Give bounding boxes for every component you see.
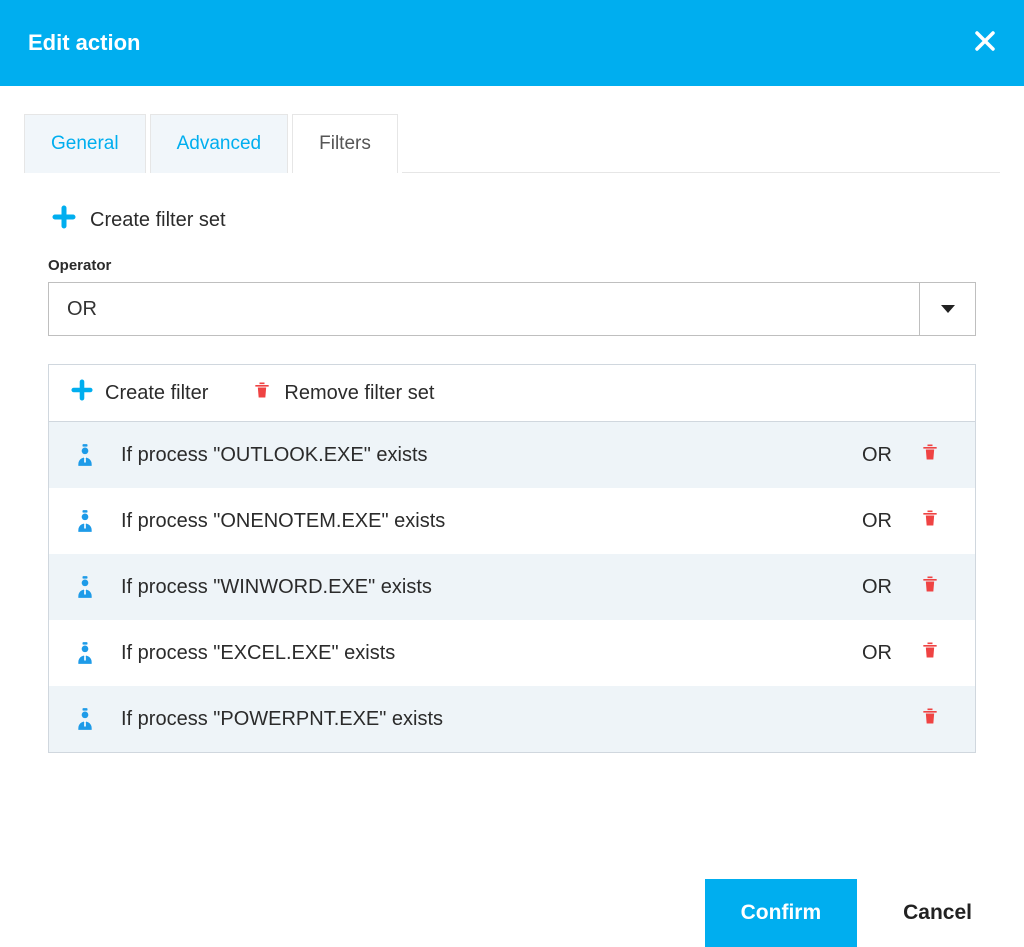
- operator-value: OR: [49, 283, 919, 335]
- process-icon: [71, 576, 99, 598]
- tabs: General Advanced Filters: [0, 86, 1024, 173]
- tab-filters[interactable]: Filters: [292, 114, 398, 173]
- chevron-down-icon: [919, 283, 975, 335]
- filter-text: If process "POWERPNT.EXE" exists: [99, 708, 847, 731]
- delete-filter-button[interactable]: [907, 574, 953, 600]
- dialog-title: Edit action: [28, 30, 140, 56]
- dialog-header: Edit action: [0, 0, 1024, 86]
- filter-row[interactable]: If process "OUTLOOK.EXE" existsOR: [49, 422, 975, 488]
- trash-icon: [920, 508, 940, 534]
- delete-filter-button[interactable]: [907, 640, 953, 666]
- filter-text: If process "ONENOTEM.EXE" exists: [99, 510, 847, 533]
- process-icon: [71, 510, 99, 532]
- filter-operator: OR: [847, 510, 907, 533]
- plus-icon: [52, 205, 76, 235]
- create-filter-button[interactable]: Create filter: [71, 379, 208, 407]
- filter-text: If process "WINWORD.EXE" exists: [99, 576, 847, 599]
- trash-icon: [920, 574, 940, 600]
- process-icon: [71, 642, 99, 664]
- create-filter-set-button[interactable]: Create filter set: [48, 197, 976, 257]
- filter-operator: OR: [847, 642, 907, 665]
- operator-label: Operator: [48, 257, 976, 274]
- trash-icon: [920, 640, 940, 666]
- create-filter-label: Create filter: [105, 382, 208, 405]
- confirm-button[interactable]: Confirm: [705, 879, 858, 947]
- tab-advanced[interactable]: Advanced: [150, 114, 289, 173]
- remove-filter-set-button[interactable]: Remove filter set: [252, 380, 434, 406]
- filter-operator: OR: [847, 444, 907, 467]
- delete-filter-button[interactable]: [907, 508, 953, 534]
- filter-row[interactable]: If process "ONENOTEM.EXE" existsOR: [49, 488, 975, 554]
- create-filter-set-label: Create filter set: [90, 209, 226, 232]
- filter-text: If process "OUTLOOK.EXE" exists: [99, 444, 847, 467]
- filter-row[interactable]: If process "POWERPNT.EXE" exists: [49, 686, 975, 752]
- filter-set-toolbar: Create filter Remove filter set: [49, 365, 975, 422]
- dialog-footer: Confirm Cancel: [705, 879, 1024, 947]
- filter-row[interactable]: If process "EXCEL.EXE" existsOR: [49, 620, 975, 686]
- process-icon: [71, 708, 99, 730]
- remove-filter-set-label: Remove filter set: [284, 382, 434, 405]
- operator-select[interactable]: OR: [48, 282, 976, 336]
- filter-text: If process "EXCEL.EXE" exists: [99, 642, 847, 665]
- cancel-button[interactable]: Cancel: [897, 900, 978, 926]
- trash-icon: [920, 442, 940, 468]
- filter-set: Create filter Remove filter set If proce…: [48, 364, 976, 753]
- delete-filter-button[interactable]: [907, 442, 953, 468]
- tabs-divider: [402, 172, 1000, 173]
- trash-icon: [920, 706, 940, 732]
- filter-row[interactable]: If process "WINWORD.EXE" existsOR: [49, 554, 975, 620]
- close-icon[interactable]: [974, 29, 996, 57]
- tab-general[interactable]: General: [24, 114, 146, 173]
- delete-filter-button[interactable]: [907, 706, 953, 732]
- trash-icon: [252, 380, 272, 406]
- plus-icon: [71, 379, 93, 407]
- process-icon: [71, 444, 99, 466]
- filter-operator: OR: [847, 576, 907, 599]
